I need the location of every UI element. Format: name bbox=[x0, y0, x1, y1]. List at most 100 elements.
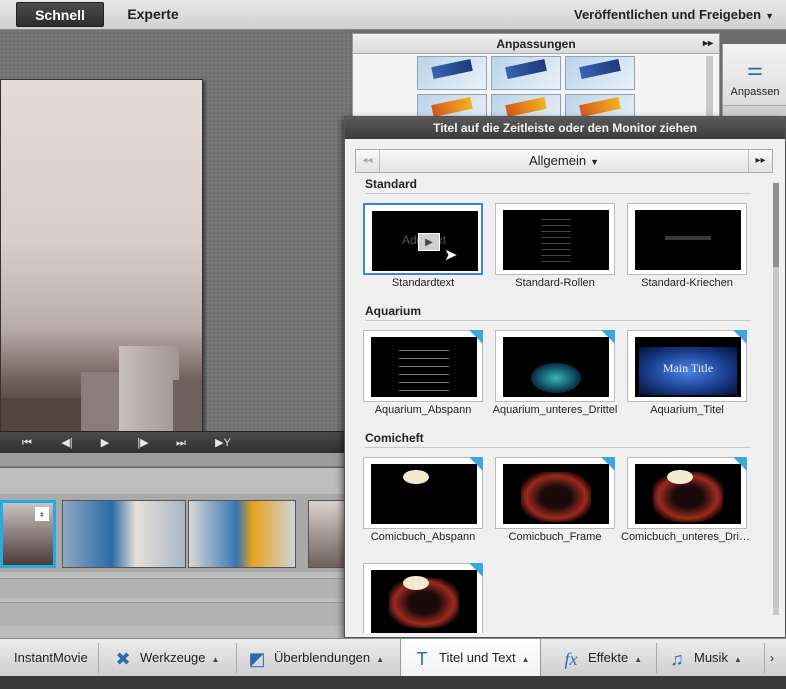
timeline: ⧧ bbox=[0, 468, 350, 638]
title-preview bbox=[503, 337, 609, 397]
title-tile[interactable]: Aquarium_Abspann bbox=[363, 330, 483, 420]
title-tile[interactable]: Comicbuch_Frame bbox=[495, 457, 615, 547]
go-to-start-button[interactable]: ⏮ bbox=[14, 434, 40, 452]
title-caption: Standardtext bbox=[391, 277, 455, 289]
publish-share-menu[interactable]: Veröffentlichen und Freigeben ▼ bbox=[574, 2, 774, 27]
divider bbox=[365, 193, 751, 194]
title-tile[interactable] bbox=[363, 563, 483, 633]
title-thumbnail bbox=[495, 330, 615, 402]
title-preview bbox=[635, 464, 741, 524]
chevron-up-icon: ▲ bbox=[634, 655, 643, 664]
divider bbox=[236, 643, 237, 673]
bottom-toolbar: InstantMovie ✖ Werkzeuge ▲ ◩ Überblendungen… bbox=[0, 638, 786, 677]
collapse-icon[interactable]: ▸▸ bbox=[703, 34, 713, 54]
category-nav: ◂◂ Allgemein ▼ ▸▸ bbox=[355, 149, 773, 173]
transition-icon: ◩ bbox=[248, 648, 266, 669]
next-category-button[interactable]: ▸▸ bbox=[748, 150, 772, 172]
adjust-thumbnail[interactable] bbox=[565, 56, 635, 90]
instant-movie-button[interactable]: InstantMovie bbox=[14, 639, 88, 677]
go-to-end-button[interactable]: ⏭ bbox=[168, 434, 194, 452]
play-icon[interactable]: ▶ bbox=[418, 233, 440, 251]
tab-expert[interactable]: Experte bbox=[110, 2, 196, 27]
title-tile[interactable]: Aquarium_unteres_Drittel bbox=[493, 330, 617, 420]
titles-text-button[interactable]: T Titel und Text ▲ bbox=[400, 639, 541, 677]
title-tile[interactable]: Standard-Kriechen bbox=[627, 203, 747, 293]
scene-building bbox=[173, 380, 202, 436]
scrollbar-thumb[interactable] bbox=[773, 183, 779, 267]
title-caption: Comicbuch_unteres_Dritt... bbox=[621, 531, 753, 543]
previous-category-button[interactable]: ◂◂ bbox=[356, 150, 380, 172]
title-caption: Comicbuch_Abspann bbox=[370, 531, 476, 543]
tools-label: Werkzeuge bbox=[140, 650, 206, 665]
titles-panel-header: Titel auf die Zeitleiste oder den Monito… bbox=[345, 117, 785, 139]
title-tile[interactable]: Add text ▶ ➤ Standardtext bbox=[363, 203, 483, 293]
group-label: Standard bbox=[365, 177, 418, 191]
chevron-up-icon: ▲ bbox=[376, 655, 385, 664]
divider bbox=[365, 447, 751, 448]
music-track[interactable] bbox=[0, 602, 350, 626]
scroll-right-button[interactable]: › bbox=[770, 639, 774, 677]
title-preview bbox=[635, 210, 741, 270]
title-tile[interactable]: Comicbuch_Abspann bbox=[363, 457, 483, 547]
title-thumbnail bbox=[495, 203, 615, 275]
music-button[interactable]: ♫ Musik ▲ bbox=[666, 639, 742, 677]
title-preview bbox=[371, 464, 477, 524]
title-caption: Aquarium_unteres_Drittel bbox=[492, 404, 618, 416]
preview-monitor[interactable] bbox=[0, 79, 203, 437]
title-preview bbox=[371, 570, 477, 633]
title-tile[interactable]: Standard-Rollen bbox=[495, 203, 615, 293]
title-preview bbox=[503, 210, 609, 270]
title-tile[interactable]: Main Title Aquarium_Titel bbox=[627, 330, 747, 420]
transitions-button[interactable]: ◩ Überblendungen ▲ bbox=[246, 639, 384, 677]
video-clip[interactable] bbox=[62, 500, 186, 568]
title-caption: Standard-Kriechen bbox=[641, 277, 733, 289]
chevron-up-icon: ▲ bbox=[211, 655, 220, 664]
instant-movie-label: InstantMovie bbox=[14, 650, 88, 665]
tab-quick[interactable]: Schnell bbox=[16, 2, 104, 27]
title-thumbnail bbox=[363, 563, 483, 633]
divider bbox=[98, 643, 99, 673]
title-caption: Standard-Rollen bbox=[515, 277, 595, 289]
group-label: Comicheft bbox=[365, 431, 424, 445]
video-track: ⧧ bbox=[0, 494, 350, 572]
step-forward-button[interactable]: |▶ bbox=[130, 434, 156, 452]
adjust-panel-button[interactable]: ⚌ Anpassen bbox=[723, 44, 786, 106]
monitor-workspace bbox=[0, 31, 350, 437]
play-button[interactable]: ▶ bbox=[92, 434, 118, 452]
adjustments-title: Anpassungen bbox=[496, 37, 576, 51]
title-caption: Aquarium_Titel bbox=[650, 404, 724, 416]
title-caption: Comicbuch_Frame bbox=[508, 531, 602, 543]
audio-track[interactable] bbox=[0, 578, 350, 598]
comic-bubble bbox=[403, 470, 429, 484]
video-clip[interactable] bbox=[188, 500, 296, 568]
title-thumbnail bbox=[495, 457, 615, 529]
adjust-thumbnail[interactable] bbox=[491, 56, 561, 90]
category-dropdown[interactable]: Allgemein ▼ bbox=[380, 150, 748, 172]
title-preview bbox=[503, 464, 609, 524]
chevron-down-icon: ▼ bbox=[765, 11, 774, 21]
category-label: Allgemein bbox=[528, 153, 587, 168]
adjustments-panel: Anpassungen ▸▸ bbox=[352, 33, 720, 129]
titles-list: Standard Add text ▶ ➤ Standardtext Stand… bbox=[355, 177, 761, 633]
adjust-thumbnail[interactable] bbox=[417, 56, 487, 90]
title-preview bbox=[371, 337, 477, 397]
chevron-down-icon: ▼ bbox=[590, 157, 599, 167]
title-thumbnail bbox=[363, 457, 483, 529]
comic-bubble bbox=[403, 576, 429, 590]
video-clip[interactable]: ⧧ bbox=[0, 500, 56, 568]
clip-adjust-icon[interactable]: ⧧ bbox=[35, 507, 49, 521]
step-back-button[interactable]: ◀| bbox=[54, 434, 80, 452]
timeline-ruler[interactable] bbox=[0, 453, 350, 467]
mode-bar: Schnell Experte Veröffentlichen und Frei… bbox=[0, 0, 786, 30]
rolling-lines bbox=[399, 343, 449, 391]
effects-button[interactable]: fx Effekte ▲ bbox=[560, 639, 643, 677]
text-t-icon: T bbox=[416, 648, 428, 669]
chevron-up-icon: ▲ bbox=[733, 655, 742, 664]
transport-controls: ⏮ ◀| ▶ |▶ ⏭ ▶Y bbox=[0, 431, 350, 453]
title-tile[interactable]: Comicbuch_unteres_Dritt... bbox=[621, 457, 753, 547]
split-clip-button[interactable]: ▶Y bbox=[210, 434, 236, 452]
title-thumbnail: Add text ▶ ➤ bbox=[363, 203, 483, 275]
tools-button[interactable]: ✖ Werkzeuge ▲ bbox=[112, 639, 219, 677]
title-caption: Aquarium_Abspann bbox=[374, 404, 472, 416]
transitions-label: Überblendungen bbox=[274, 650, 371, 665]
